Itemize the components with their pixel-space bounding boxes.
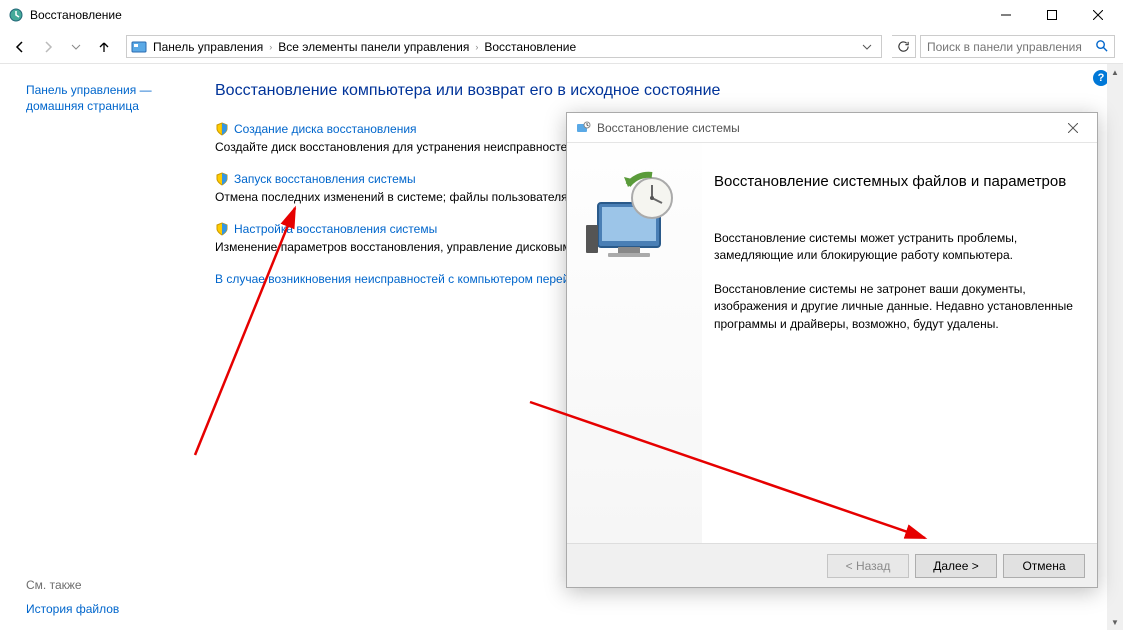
dialog-titlebar: Восстановление системы xyxy=(567,113,1097,143)
file-history-link[interactable]: История файлов xyxy=(26,602,119,616)
dialog-footer: < Назад Далее > Отмена xyxy=(567,543,1097,587)
navigation-toolbar: Панель управления › Все элементы панели … xyxy=(0,30,1123,64)
restore-computer-icon xyxy=(580,163,690,273)
up-button[interactable] xyxy=(92,35,116,59)
back-button[interactable] xyxy=(8,35,32,59)
breadcrumb-item[interactable]: Панель управления xyxy=(153,40,263,54)
recent-dropdown[interactable] xyxy=(64,35,88,59)
search-input[interactable] xyxy=(927,40,1108,54)
forward-button[interactable] xyxy=(36,35,60,59)
breadcrumb-item[interactable]: Все элементы панели управления xyxy=(278,40,469,54)
see-also-header: См. также xyxy=(26,578,119,592)
option-link[interactable]: Создание диска восстановления xyxy=(234,122,417,136)
option-link[interactable]: Запуск восстановления системы xyxy=(234,172,416,186)
window-title: Восстановление xyxy=(30,8,122,22)
control-panel-icon xyxy=(131,39,147,55)
option-link[interactable]: Настройка восстановления системы xyxy=(234,222,437,236)
address-dropdown[interactable] xyxy=(857,37,877,57)
shield-icon xyxy=(215,172,229,186)
shield-icon xyxy=(215,122,229,136)
search-box[interactable] xyxy=(920,35,1115,58)
dialog-title: Восстановление системы xyxy=(597,121,740,135)
chevron-right-icon: › xyxy=(269,42,272,52)
close-button[interactable] xyxy=(1075,0,1121,30)
breadcrumb-item[interactable]: Восстановление xyxy=(484,40,576,54)
maximize-button[interactable] xyxy=(1029,0,1075,30)
cancel-button[interactable]: Отмена xyxy=(1003,554,1085,578)
minimize-button[interactable] xyxy=(983,0,1029,30)
scroll-down-icon[interactable]: ▼ xyxy=(1107,614,1123,630)
refresh-button[interactable] xyxy=(892,35,916,58)
vertical-scrollbar[interactable]: ▲ ▼ xyxy=(1107,64,1123,630)
dialog-content: Восстановление системных файлов и параме… xyxy=(702,143,1097,543)
search-icon[interactable] xyxy=(1095,39,1108,55)
window-titlebar: Восстановление xyxy=(0,0,1123,30)
control-panel-home-link[interactable]: Панель управления — домашняя страница xyxy=(26,82,201,114)
scroll-up-icon[interactable]: ▲ xyxy=(1107,64,1123,80)
address-bar[interactable]: Панель управления › Все элементы панели … xyxy=(126,35,882,58)
chevron-right-icon: › xyxy=(475,42,478,52)
dialog-paragraph: Восстановление системы не затронет ваши … xyxy=(714,281,1077,333)
next-button[interactable]: Далее > xyxy=(915,554,997,578)
shield-icon xyxy=(215,222,229,236)
dialog-banner xyxy=(567,143,702,543)
system-restore-dialog: Восстановление системы Восстановление си… xyxy=(566,112,1098,588)
dialog-heading: Восстановление системных файлов и параме… xyxy=(714,173,1077,190)
dialog-paragraph: Восстановление системы может устранить п… xyxy=(714,230,1077,265)
recovery-icon xyxy=(8,7,24,23)
back-button: < Назад xyxy=(827,554,909,578)
dialog-close-button[interactable] xyxy=(1053,114,1093,142)
dialog-body: Восстановление системных файлов и параме… xyxy=(567,143,1097,543)
page-heading: Восстановление компьютера или возврат ег… xyxy=(215,82,1083,100)
sidebar: Панель управления — домашняя страница xyxy=(0,82,215,289)
restore-icon xyxy=(575,120,591,136)
see-also-section: См. также История файлов xyxy=(26,578,119,616)
